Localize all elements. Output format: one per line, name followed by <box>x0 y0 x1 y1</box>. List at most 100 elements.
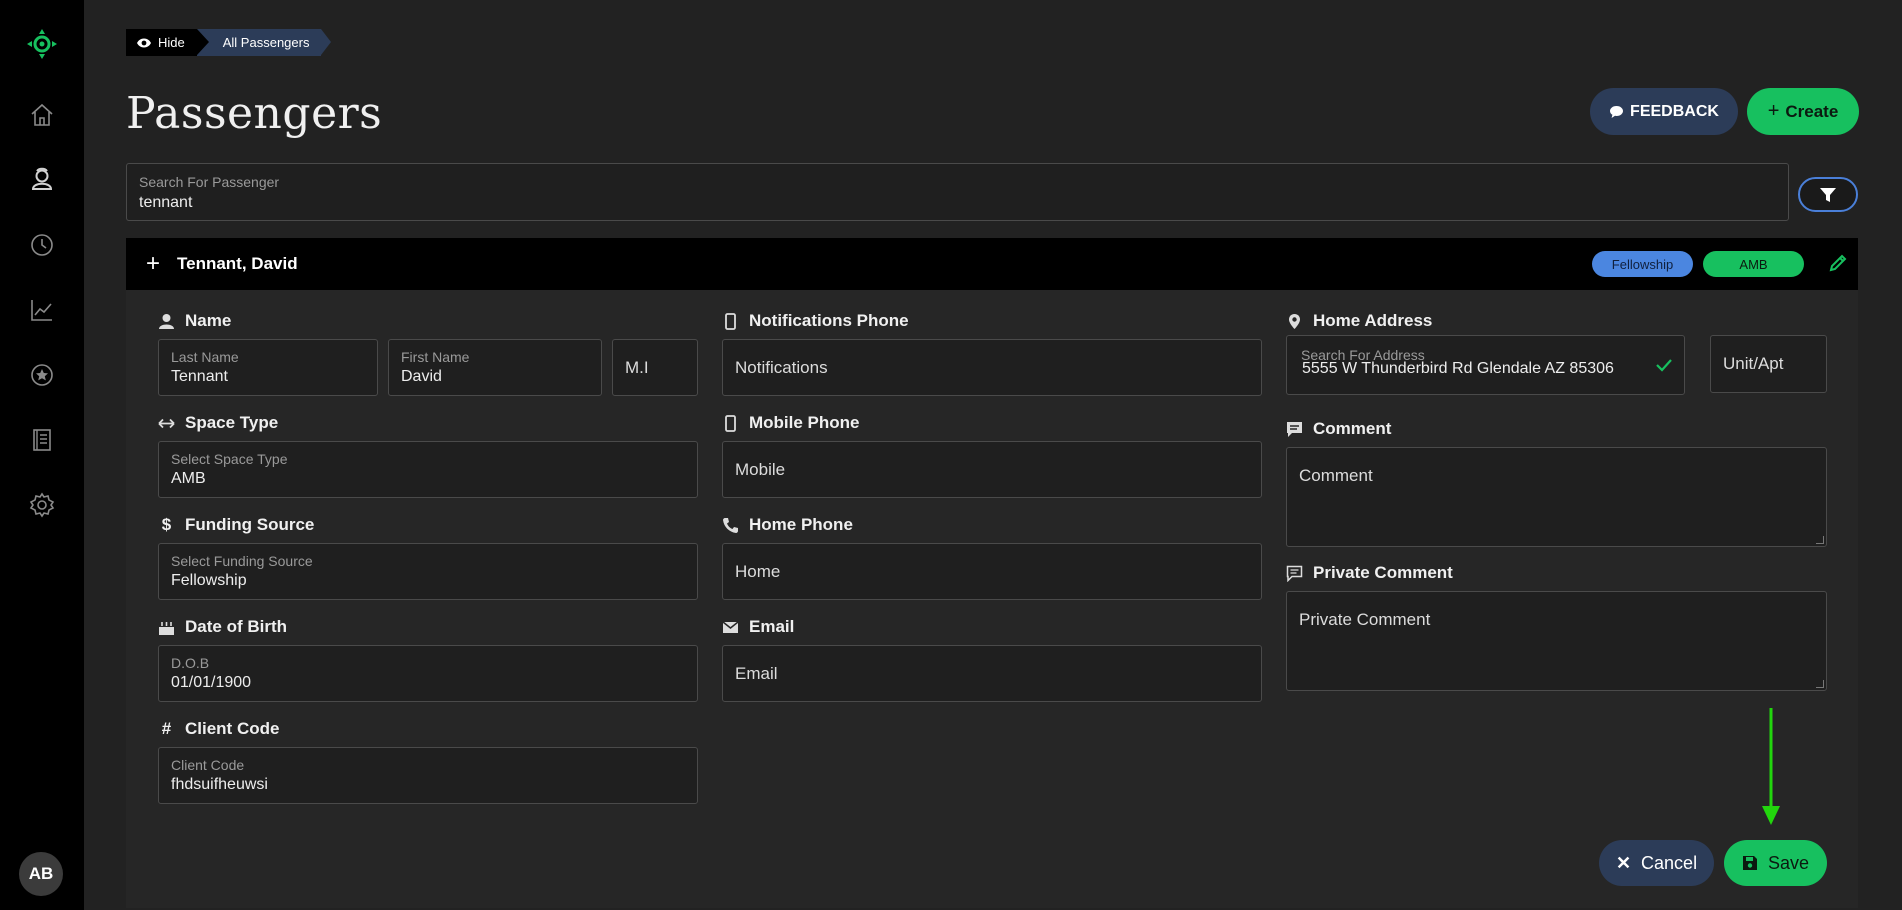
cake-icon <box>159 621 174 635</box>
first-name-value: David <box>401 368 442 385</box>
dollar-icon: $ <box>161 515 172 534</box>
private-comment-section-label: Private Comment <box>1286 563 1453 583</box>
create-button[interactable]: + Create <box>1747 88 1859 135</box>
save-button[interactable]: Save <box>1724 840 1827 886</box>
client-code-value: fhdsuifheuwsi <box>171 776 268 793</box>
hash-icon: # <box>161 719 172 738</box>
email-field[interactable]: Email <box>722 645 1262 702</box>
floppy-disk-icon <box>1742 856 1757 870</box>
comment-placeholder: Comment <box>1299 466 1373 485</box>
funding-source-select[interactable]: Select Funding Source Fellowship <box>158 543 698 600</box>
home-address-value: 5555 W Thunderbird Rd Glendale AZ 85306 <box>1302 360 1614 377</box>
search-value: tennant <box>139 194 193 211</box>
notifications-phone-field[interactable]: Notifications <box>722 339 1262 396</box>
dob-section-label: Date of Birth <box>158 617 287 637</box>
close-icon: ✕ <box>1615 852 1632 873</box>
unit-apt-field[interactable]: Unit/Apt <box>1710 335 1827 393</box>
last-name-value: Tennant <box>171 368 228 385</box>
home-address-field[interactable]: Search For Address 5555 W Thunderbird Rd… <box>1286 335 1685 395</box>
home-icon[interactable] <box>27 100 57 130</box>
app-logo-icon[interactable] <box>26 28 58 60</box>
middle-initial-placeholder: M.I <box>625 357 649 377</box>
passenger-name: Tennant, David <box>177 254 298 273</box>
page-title: Passengers <box>126 88 383 139</box>
space-type-badge: AMB <box>1703 251 1804 277</box>
home-placeholder: Home <box>735 561 781 581</box>
mobile-placeholder: Mobile <box>735 459 786 479</box>
comment-textarea[interactable]: Comment <box>1286 447 1827 547</box>
save-label: Save <box>1767 852 1810 873</box>
private-comment-textarea[interactable]: Private Comment <box>1286 591 1827 691</box>
map-pin-icon <box>1289 313 1300 329</box>
mobile-phone-section-label: Mobile Phone <box>722 413 860 433</box>
chart-icon[interactable] <box>27 295 57 325</box>
breadcrumb-all-passengers[interactable]: All Passengers <box>196 29 332 56</box>
private-comment-placeholder: Private Comment <box>1299 610 1431 629</box>
first-name-field[interactable]: First Name David <box>388 339 602 396</box>
phone-icon <box>723 517 738 533</box>
client-code-label: Client Code <box>171 757 245 773</box>
home-phone-section-label: Home Phone <box>722 515 853 535</box>
plus-icon: + <box>1767 100 1780 122</box>
middle-initial-field[interactable]: M.I <box>612 339 698 396</box>
funding-source-label: Select Funding Source <box>171 553 313 569</box>
funding-badge: Fellowship <box>1592 251 1693 277</box>
notifications-placeholder: Notifications <box>735 357 828 377</box>
email-placeholder: Email <box>735 663 778 683</box>
comment-section-label: Comment <box>1286 419 1391 439</box>
space-type-value: AMB <box>171 470 206 487</box>
dob-field[interactable]: D.O.B 01/01/1900 <box>158 645 698 702</box>
last-name-field[interactable]: Last Name Tennant <box>158 339 378 396</box>
mobile-phone-field[interactable]: Mobile <box>722 441 1262 498</box>
home-phone-field[interactable]: Home <box>722 543 1262 600</box>
feedback-button[interactable]: FEEDBACK <box>1590 88 1738 135</box>
resize-handle[interactable] <box>1816 680 1824 688</box>
expand-icon[interactable]: + <box>143 250 163 278</box>
notifications-phone-section-label: Notifications Phone <box>722 311 909 331</box>
search-label: Search For Passenger <box>139 174 280 190</box>
book-icon[interactable] <box>27 425 57 455</box>
passenger-icon[interactable] <box>27 165 57 195</box>
resize-handle[interactable] <box>1816 536 1824 544</box>
hide-toggle[interactable]: Hide <box>126 29 209 56</box>
dob-value: 01/01/1900 <box>171 674 252 691</box>
mobile-phone-icon <box>725 414 736 432</box>
comment-icon <box>1287 421 1302 437</box>
space-type-select[interactable]: Select Space Type AMB <box>158 441 698 498</box>
breadcrumb: Hide All Passengers <box>126 29 332 56</box>
funding-source-value: Fellowship <box>171 572 247 589</box>
gear-icon[interactable] <box>27 490 57 520</box>
space-type-label: Select Space Type <box>171 451 288 467</box>
clock-icon[interactable] <box>27 230 57 260</box>
arrows-horizontal-icon <box>158 418 175 428</box>
name-section-label: Name <box>158 311 231 331</box>
dob-label: D.O.B <box>171 655 210 671</box>
create-label: Create <box>1785 101 1839 121</box>
hide-label: Hide <box>158 35 185 50</box>
sidebar: AB <box>0 0 84 910</box>
unit-apt-placeholder: Unit/Apt <box>1723 354 1784 373</box>
passenger-row-header[interactable]: + Tennant, David Fellowship AMB <box>126 238 1858 290</box>
first-name-label: First Name <box>401 349 470 365</box>
avatar[interactable]: AB <box>19 852 63 896</box>
user-icon <box>159 313 174 329</box>
home-address-section-label: Home Address <box>1286 311 1432 331</box>
star-icon[interactable] <box>27 360 57 390</box>
cancel-label: Cancel <box>1641 852 1698 873</box>
last-name-label: Last Name <box>171 349 239 365</box>
funding-section-label: $ Funding Source <box>158 515 315 535</box>
cancel-button[interactable]: ✕ Cancel <box>1599 840 1714 886</box>
email-section-label: Email <box>722 617 794 637</box>
check-icon <box>1656 359 1672 372</box>
arrow-down-icon <box>1762 708 1780 825</box>
mobile-phone-icon <box>725 312 736 330</box>
client-code-field[interactable]: Client Code fhdsuifheuwsi <box>158 747 698 804</box>
filter-button[interactable] <box>1798 177 1858 212</box>
envelope-icon <box>722 620 739 633</box>
passenger-search-input[interactable]: Search For Passenger tennant <box>126 163 1789 221</box>
comment-outline-icon <box>1286 565 1303 582</box>
passenger-form-panel: Name Last Name Tennant First Name David … <box>126 290 1858 908</box>
chat-bubble-icon <box>1610 105 1624 118</box>
eye-icon <box>137 38 151 47</box>
pencil-icon[interactable] <box>1827 252 1849 274</box>
